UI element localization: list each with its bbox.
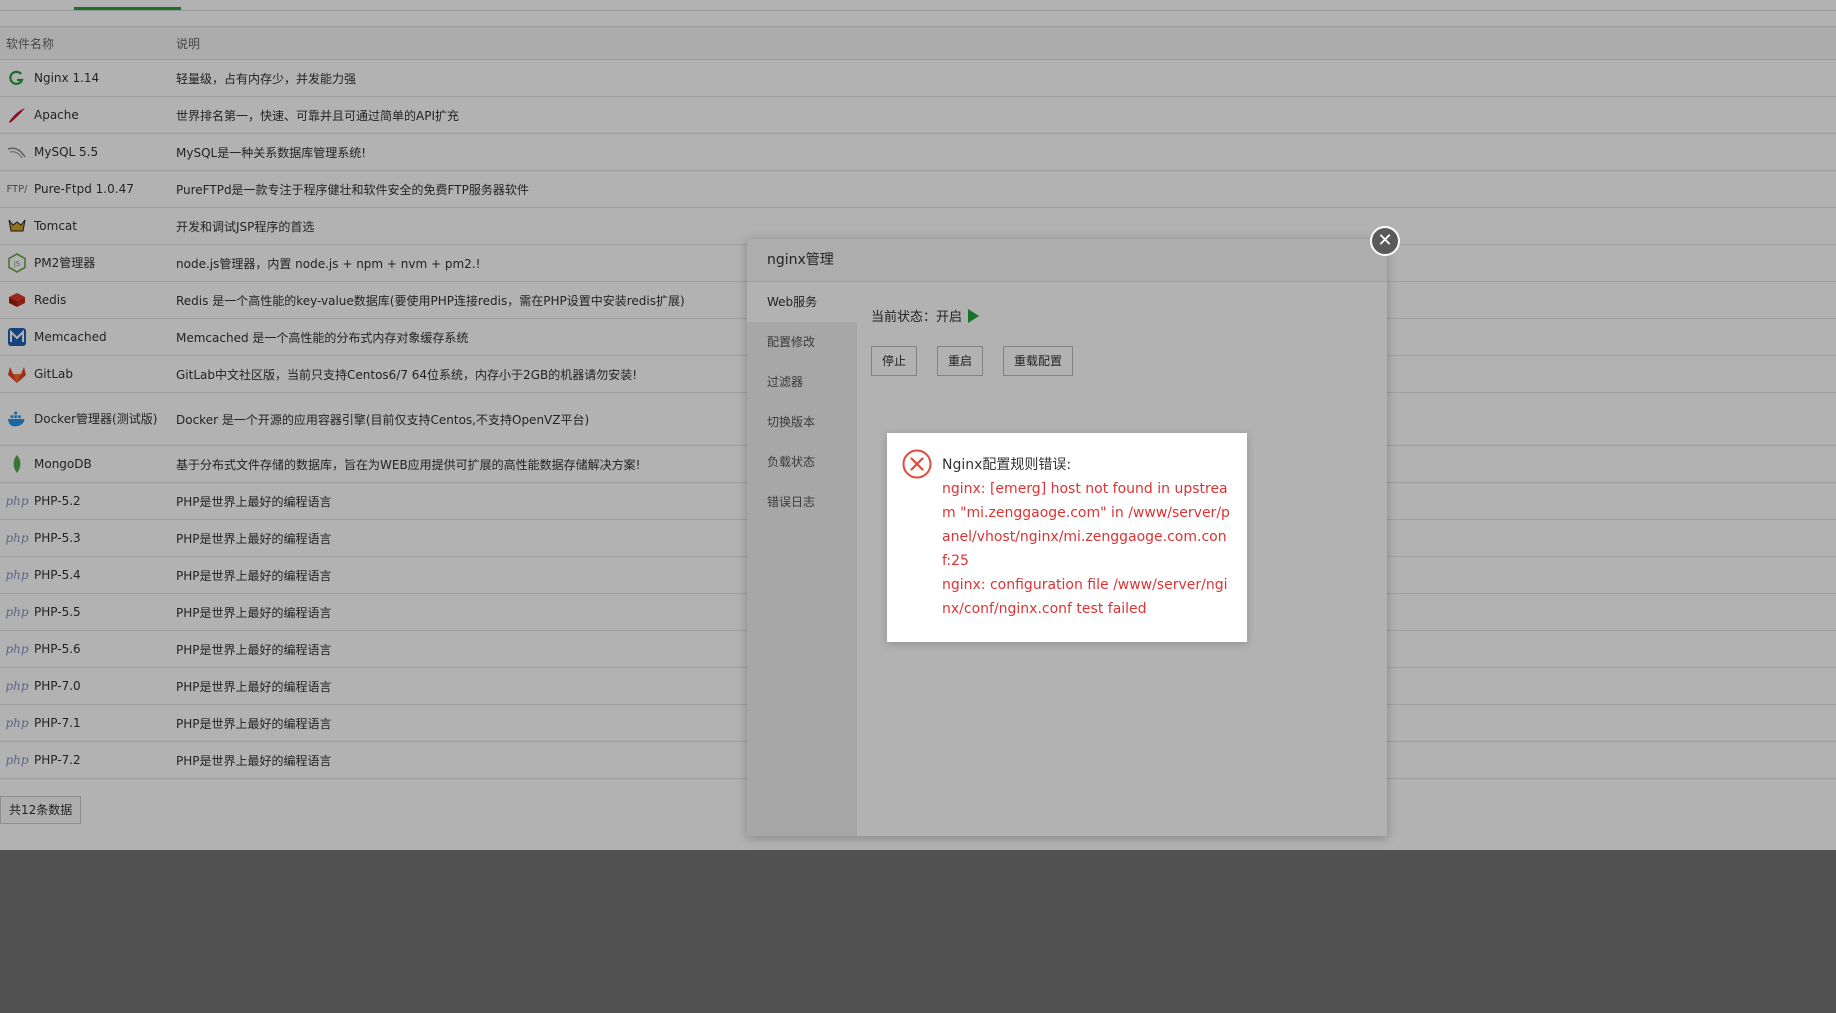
error-circle-icon	[902, 449, 932, 482]
error-heading: Nginx配置规则错误:	[942, 457, 1072, 473]
error-line-2: nginx: configuration file /www/server/ng…	[942, 577, 1228, 617]
close-icon[interactable]: ✕	[1370, 226, 1400, 256]
error-alert-body: Nginx配置规则错误: nginx: [emerg] host not fou…	[942, 453, 1232, 621]
error-alert: Nginx配置规则错误: nginx: [emerg] host not fou…	[887, 433, 1247, 642]
error-line-1: nginx: [emerg] host not found in upstrea…	[942, 481, 1230, 569]
